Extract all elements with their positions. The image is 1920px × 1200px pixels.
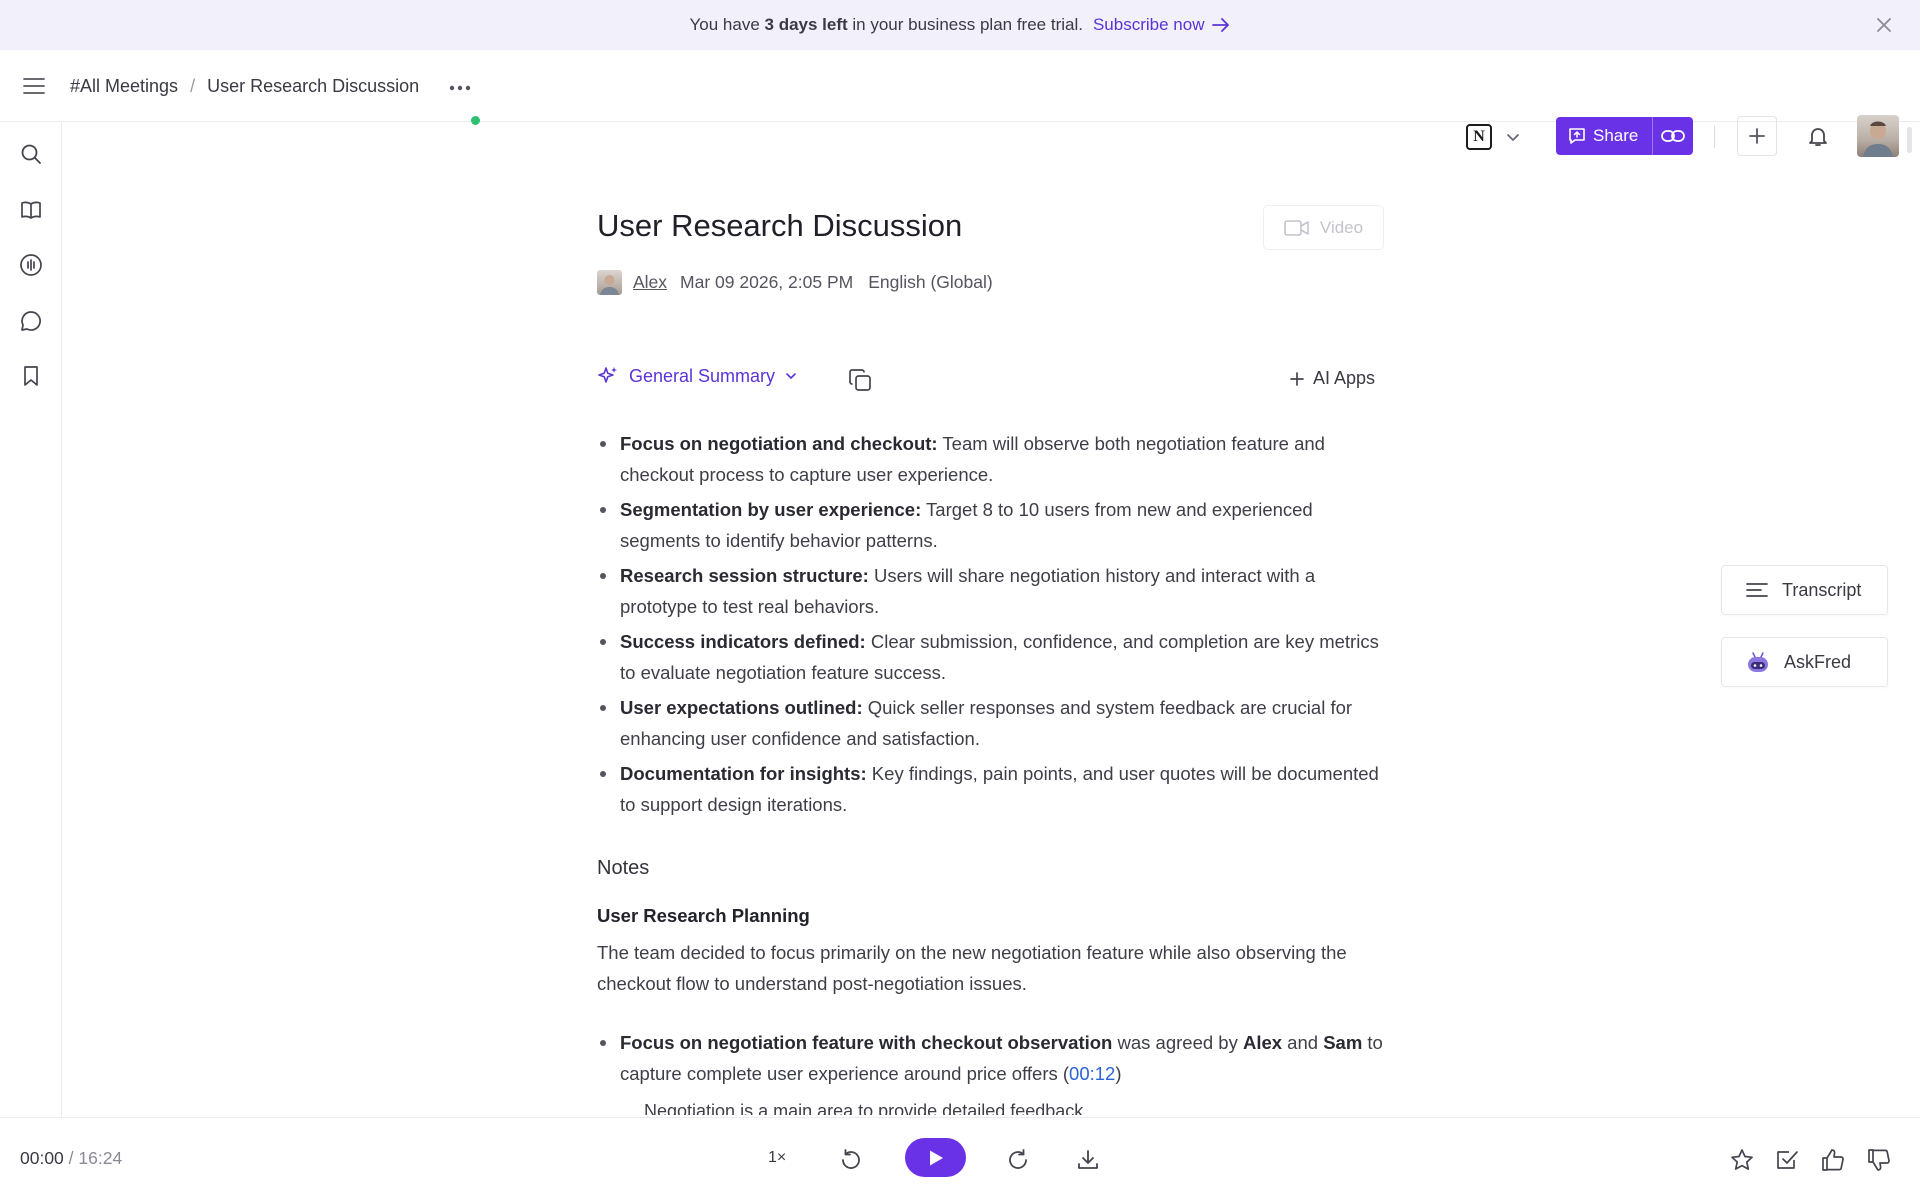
user-avatar[interactable] — [1857, 115, 1899, 157]
list-item: Segmentation by user experience: Target … — [597, 494, 1387, 556]
share-button[interactable]: Share — [1556, 126, 1652, 146]
book-icon[interactable] — [19, 198, 43, 222]
sparkle-icon — [597, 365, 619, 387]
star-icon[interactable] — [1729, 1147, 1755, 1173]
chat-icon[interactable] — [19, 309, 43, 333]
meeting-language: English (Global) — [868, 272, 993, 292]
playback-speed-button[interactable]: 1× — [768, 1149, 786, 1167]
meeting-meta: Alex Mar 09 2026, 2:05 PM English (Globa… — [597, 270, 993, 295]
forward-icon[interactable] — [1005, 1147, 1031, 1173]
copy-icon[interactable] — [847, 367, 873, 393]
checkbox-icon[interactable] — [1774, 1147, 1800, 1173]
notion-logo-icon: N — [1466, 124, 1492, 150]
share-group: Share — [1556, 117, 1693, 155]
share-comment-icon — [1568, 127, 1586, 145]
toolbar-divider — [1714, 126, 1715, 148]
notifications-bell-icon[interactable] — [1806, 124, 1830, 148]
copy-link-button[interactable] — [1652, 117, 1693, 155]
breadcrumb-all-meetings[interactable]: #All Meetings — [70, 76, 178, 97]
meeting-title: User Research Discussion — [597, 208, 963, 243]
timestamp-link[interactable]: 00:12 — [1069, 1063, 1115, 1084]
notes-list: Focus on negotiation feature with checko… — [597, 1027, 1387, 1089]
notes-heading: Notes — [597, 857, 650, 879]
top-bar: #All Meetings / User Research Discussion… — [0, 50, 1920, 157]
link-icon — [1661, 129, 1685, 143]
ai-apps-button[interactable]: AI Apps — [1289, 368, 1375, 389]
notes-subheading: User Research Planning — [597, 905, 810, 926]
bookmark-icon[interactable] — [19, 364, 43, 388]
list-item: Focus on negotiation and checkout: Team … — [597, 428, 1387, 490]
author-avatar — [597, 270, 622, 295]
play-button[interactable] — [905, 1138, 966, 1177]
partially-visible-line: Negotiation is a main area to provide de… — [644, 1101, 1084, 1115]
close-banner-icon[interactable] — [1874, 15, 1894, 35]
video-button[interactable]: Video — [1263, 205, 1384, 250]
notion-integration-dropdown[interactable]: N — [1466, 124, 1520, 150]
hamburger-menu-icon[interactable] — [22, 74, 46, 98]
playback-time: 00:00 / 16:24 — [20, 1148, 123, 1168]
list-item: Research session structure: Users will s… — [597, 560, 1387, 622]
banner-text: You have 3 days left in your business pl… — [689, 15, 1083, 34]
chevron-down-icon — [785, 372, 797, 380]
thumbs-up-icon[interactable] — [1820, 1147, 1846, 1173]
robot-icon — [1746, 650, 1770, 674]
list-item: Focus on negotiation feature with checko… — [597, 1027, 1387, 1089]
lines-icon — [1746, 582, 1768, 598]
status-indicator-dot — [471, 116, 480, 125]
trial-banner: You have 3 days left in your business pl… — [0, 0, 1920, 50]
media-player-bar: 00:00 / 16:24 1× — [0, 1117, 1920, 1200]
play-icon — [929, 1150, 943, 1165]
plus-icon — [1289, 371, 1305, 387]
meeting-date: Mar 09 2026, 2:05 PM — [680, 272, 854, 292]
scrollbar-thumb[interactable] — [1907, 127, 1912, 153]
summary-list: Focus on negotiation and checkout: Team … — [597, 428, 1387, 824]
audio-wave-icon[interactable] — [19, 253, 43, 277]
askfred-button[interactable]: AskFred — [1721, 637, 1888, 687]
thumbs-down-icon[interactable] — [1866, 1147, 1892, 1173]
search-icon[interactable] — [19, 142, 43, 166]
arrow-right-icon — [1212, 18, 1230, 32]
add-button[interactable] — [1737, 116, 1777, 156]
author-link[interactable]: Alex — [633, 272, 667, 293]
breadcrumb-separator: / — [190, 75, 196, 96]
rewind-icon[interactable] — [838, 1147, 864, 1173]
plus-icon — [1749, 128, 1765, 144]
transcript-button[interactable]: Transcript — [1721, 565, 1888, 615]
list-item: User expectations outlined: Quick seller… — [597, 692, 1387, 754]
notes-paragraph: The team decided to focus primarily on t… — [597, 942, 1347, 994]
left-sidebar — [0, 122, 62, 1117]
chevron-down-icon — [1506, 132, 1520, 142]
summary-toolbar: General Summary AI Apps — [597, 365, 1375, 395]
summary-type-dropdown[interactable]: General Summary — [597, 365, 797, 387]
subscribe-link[interactable]: Subscribe now — [1093, 15, 1231, 35]
list-item: Success indicators defined: Clear submis… — [597, 626, 1387, 688]
more-options-icon[interactable] — [448, 84, 472, 92]
video-camera-icon — [1284, 219, 1310, 237]
breadcrumb-current: User Research Discussion — [207, 75, 420, 96]
download-icon[interactable] — [1075, 1147, 1101, 1173]
breadcrumb: #All Meetings / User Research Discussion — [70, 50, 419, 122]
list-item: Documentation for insights: Key findings… — [597, 758, 1387, 820]
